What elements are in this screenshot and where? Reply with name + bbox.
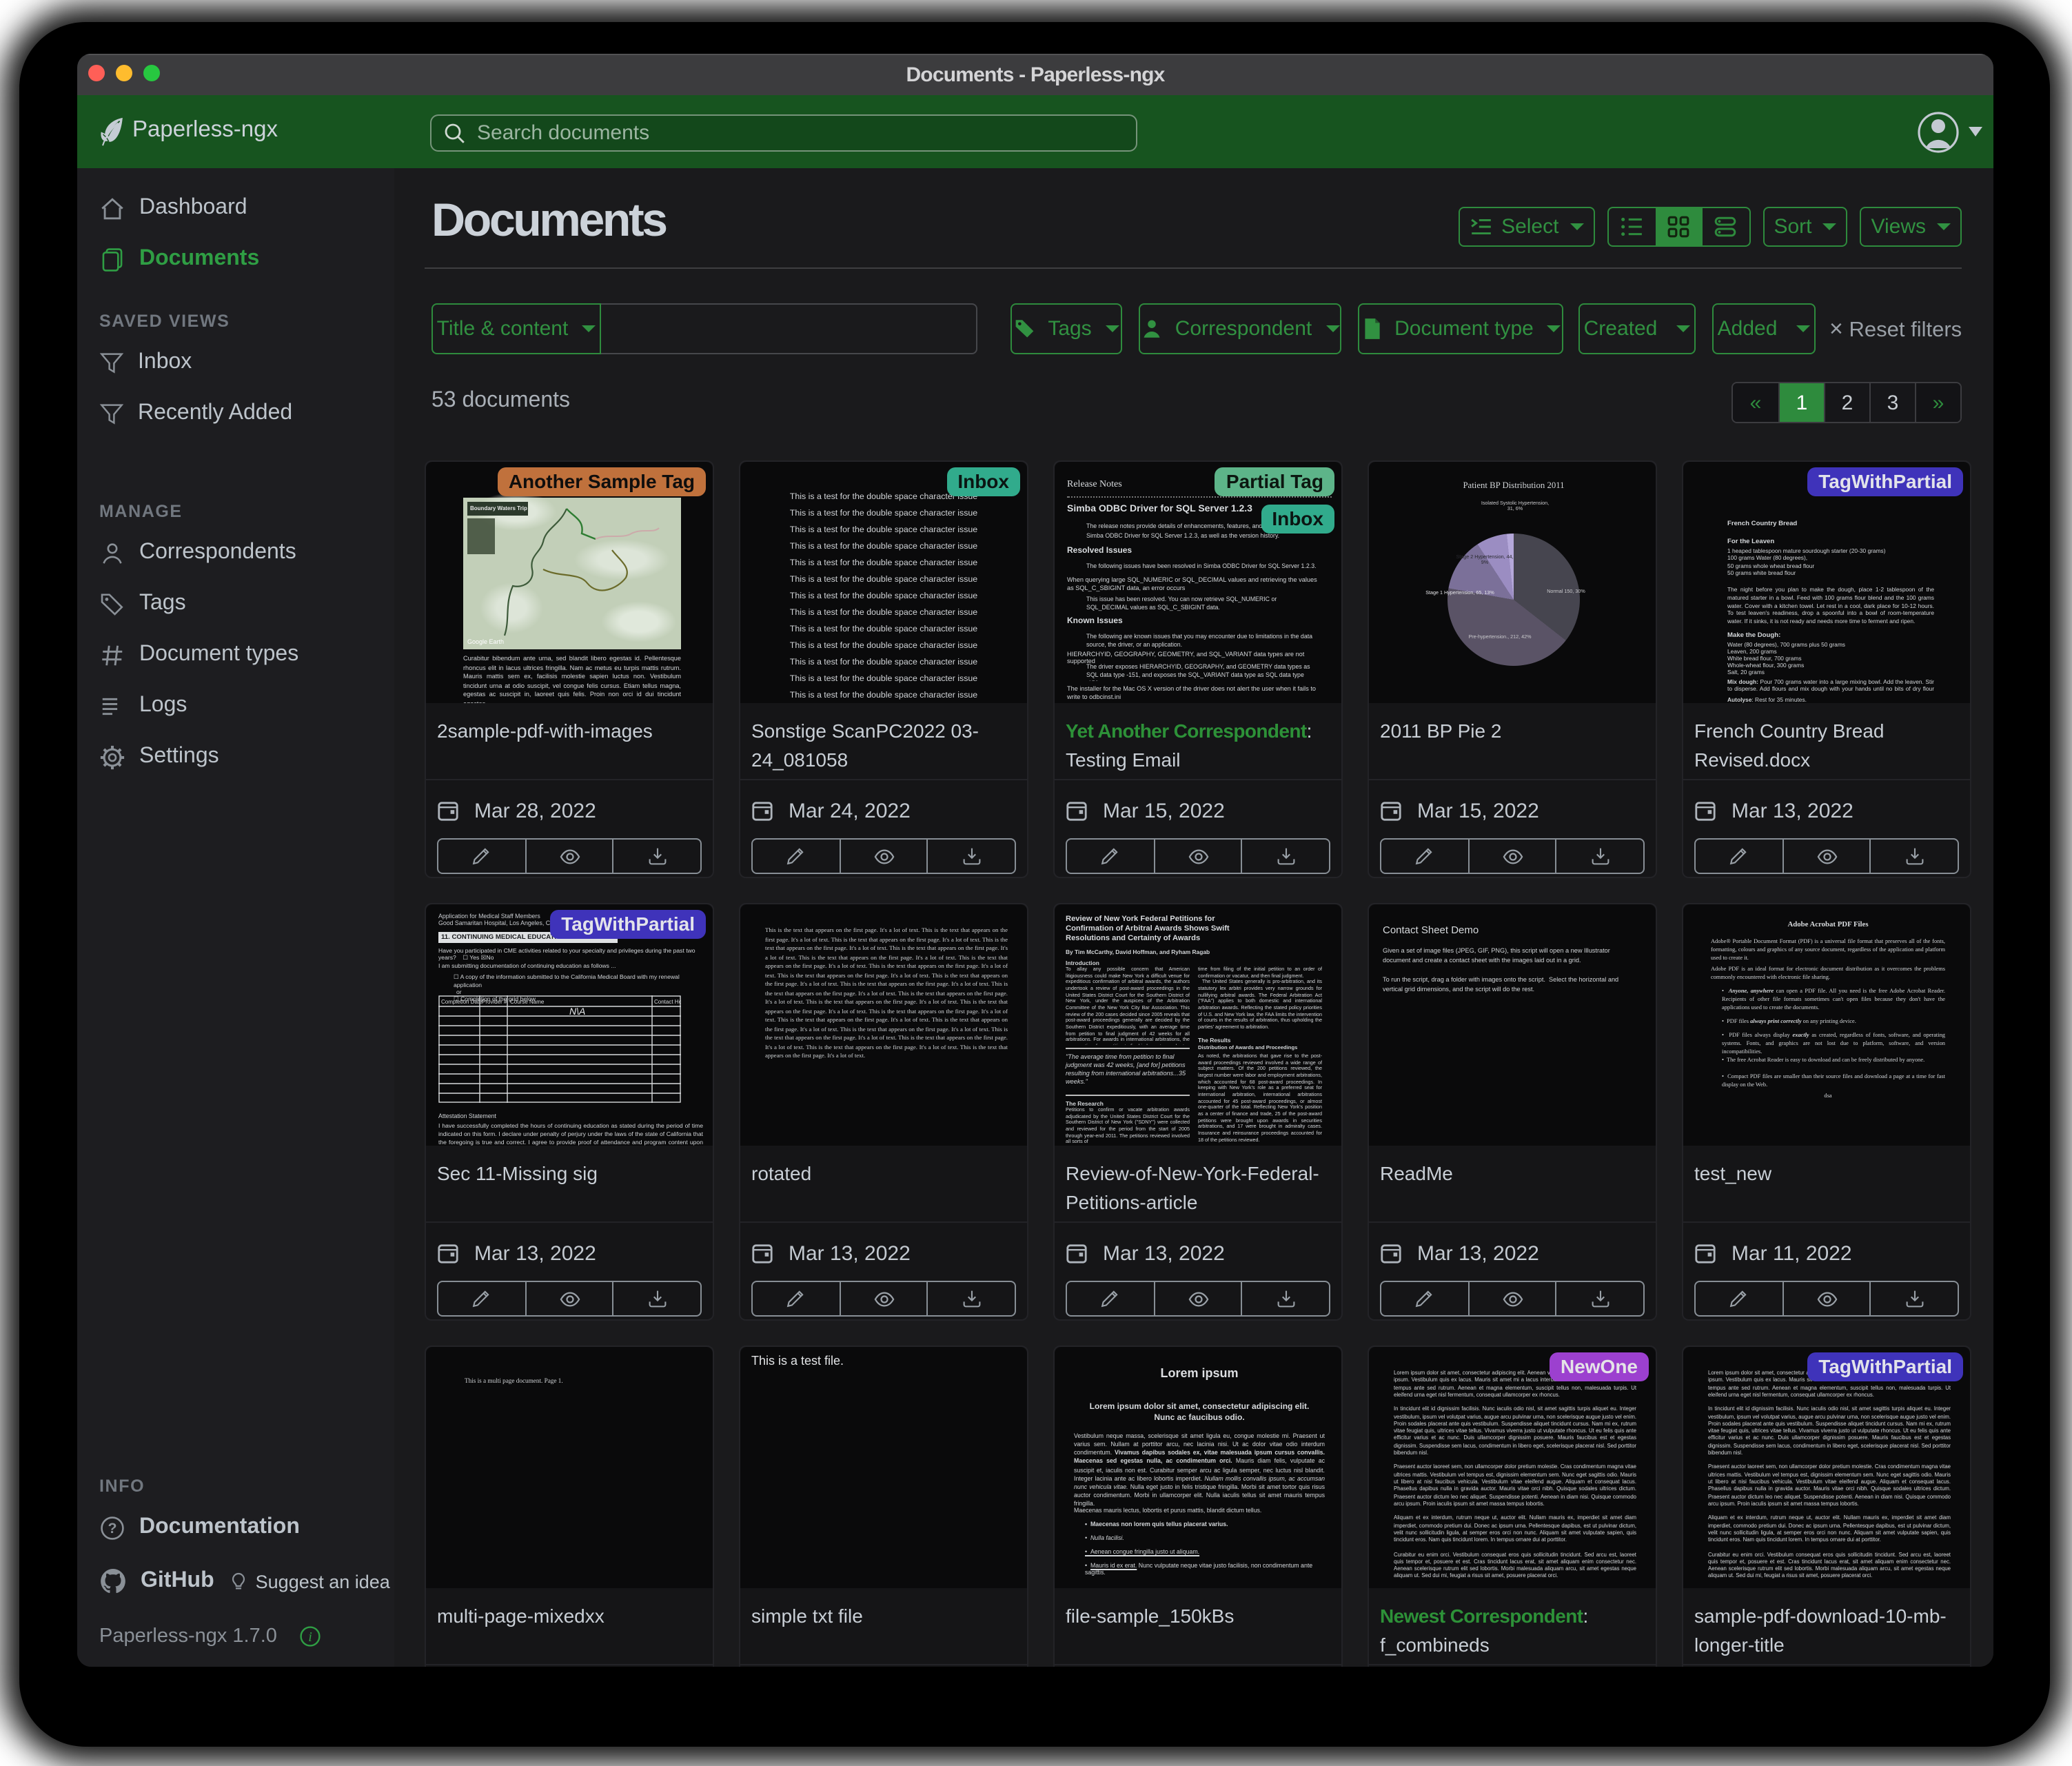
svg-text:Provider #: Provider # [482, 999, 507, 1005]
svg-text:Contact Hours: Contact Hours [654, 999, 681, 1005]
svg-text:N\A: N\A [569, 1006, 585, 1017]
svg-text:?: ? [108, 1519, 116, 1536]
svg-text:Course Name: Course Name [510, 999, 545, 1005]
svg-text:i: i [308, 1630, 312, 1645]
svg-text:Completion Date: Completion Date [441, 999, 483, 1005]
